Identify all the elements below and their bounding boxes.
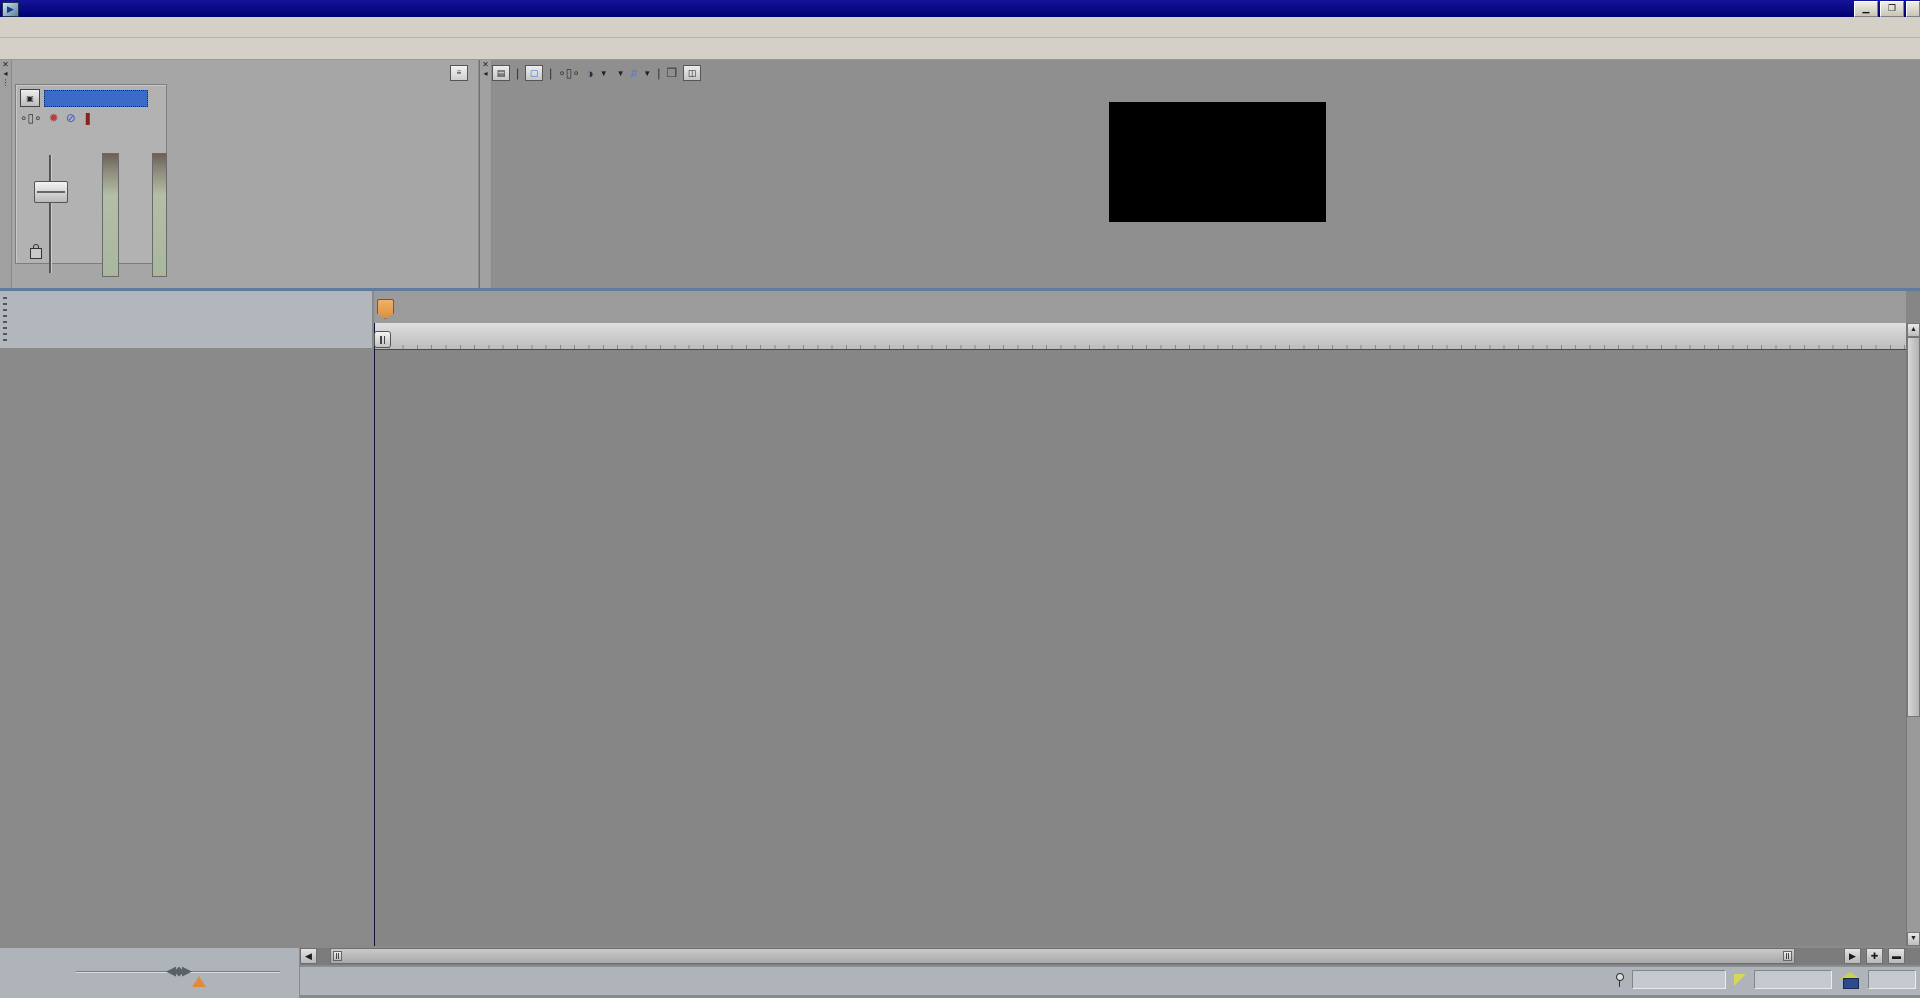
home-icon[interactable] <box>1840 972 1860 987</box>
status-triangle-icon <box>1734 974 1746 986</box>
transport-bar <box>300 966 1920 995</box>
save-snapshot-icon[interactable]: ◫ <box>683 65 701 81</box>
master-channel-strip: ▣ ∘▯∘ ✹ ⊘ ❚ <box>15 84 167 264</box>
master-meter-right <box>152 153 167 277</box>
scroll-down-button[interactable]: ▼ <box>1907 932 1920 946</box>
horizontal-scrollbar[interactable]: ◀ ▶ ✚ ▬ <box>300 948 1920 965</box>
mute-icon[interactable]: ⊘ <box>66 111 76 125</box>
minimize-button[interactable]: ▁ <box>1854 1 1878 17</box>
status-field-3[interactable] <box>1868 970 1916 989</box>
preview-edge-strip[interactable]: ✕◂ <box>480 60 492 288</box>
scroll-right-button[interactable]: ▶ <box>1844 948 1861 964</box>
track-view: ▲ ▼ <box>374 291 1920 946</box>
time-ruler[interactable] <box>374 323 1906 350</box>
time-display-panel <box>0 291 372 348</box>
split-screen-icon[interactable]: ◑ <box>586 66 594 81</box>
preview-dock-icon[interactable]: ▤ <box>492 65 510 81</box>
video-fx-icon[interactable]: ∘▯∘ <box>558 66 580 80</box>
pin-icon[interactable] <box>1614 972 1624 988</box>
overlay-grid-icon[interactable]: # <box>631 66 638 80</box>
edit-cursor-line <box>374 323 375 946</box>
zoom-grip-left[interactable] <box>333 951 342 961</box>
master-meter-left <box>102 153 119 277</box>
menu-bar <box>0 17 1920 38</box>
zoom-in-button[interactable]: ✚ <box>1866 948 1883 964</box>
rate-slider-handle[interactable]: ◀◆▶ <box>166 963 190 979</box>
marker-tag[interactable] <box>377 299 394 319</box>
solo-icon[interactable]: ❚ <box>83 111 93 125</box>
app-icon: ▶ <box>2 2 19 17</box>
main-toolbar <box>0 38 1920 60</box>
zoom-grip-right[interactable] <box>1783 951 1792 961</box>
edit-cursor-handle[interactable] <box>374 331 391 348</box>
dock-edge-strip[interactable]: ✕◂⋮ <box>0 60 12 288</box>
vertical-scroll-thumb[interactable] <box>1907 337 1920 717</box>
external-monitor-icon[interactable]: ▢ <box>525 65 543 81</box>
preview-quality-dropdown[interactable]: ▼ <box>614 69 625 78</box>
master-fader-track <box>49 155 51 273</box>
rate-marker-icon <box>192 976 206 987</box>
restore-button[interactable]: ❐ <box>1880 1 1904 17</box>
bus-list-icon[interactable]: ≡ <box>450 65 468 81</box>
marker-bar[interactable] <box>374 291 1906 324</box>
status-field-2[interactable] <box>1754 970 1832 989</box>
vertical-scrollbar[interactable]: ▲ ▼ <box>1906 323 1920 946</box>
bus-route-icon[interactable]: ▣ <box>20 89 40 107</box>
zoom-out-button[interactable]: ▬ <box>1888 948 1905 964</box>
status-time-field[interactable] <box>1632 970 1726 989</box>
copy-snapshot-icon[interactable]: ❐ <box>666 66 677 80</box>
grid-caret-icon[interactable]: ▼ <box>643 69 651 78</box>
video-preview-screen[interactable] <box>1109 102 1326 222</box>
master-name-field[interactable] <box>44 90 148 107</box>
title-bar: ▶ ▁ ❐ <box>0 0 1920 17</box>
lock-icon[interactable] <box>30 248 42 259</box>
master-meter-scale <box>120 153 152 275</box>
split-screen-caret-icon[interactable]: ▼ <box>600 69 608 78</box>
master-fader-handle[interactable] <box>34 181 68 203</box>
quality-caret-icon: ▼ <box>617 69 625 78</box>
close-button[interactable] <box>1906 1 1920 17</box>
master-bus-panel: ✕◂⋮ ≡ ▣ ∘▯∘ ✹ ⊘ ❚ <box>0 60 478 288</box>
horizontal-scroll-thumb[interactable] <box>330 948 1795 964</box>
scroll-left-button[interactable]: ◀ <box>300 948 317 964</box>
rate-panel: ◀◆▶ <box>0 948 299 998</box>
automation-gear-icon[interactable]: ✹ <box>49 111 59 125</box>
scroll-up-button[interactable]: ▲ <box>1907 323 1920 337</box>
video-preview-panel: ✕◂ ▤ | ▢ | ∘▯∘ ◑ ▼ ▼ # ▼ | ❐ ◫ <box>479 60 1920 288</box>
dock-area: ✕◂⋮ ≡ ▣ ∘▯∘ ✹ ⊘ ❚ <box>0 60 1920 288</box>
timeline-region: ◀◆▶ ▲ ▼ ◀ ▶ ✚ ▬ <box>0 291 1920 998</box>
fx-chain-icon[interactable]: ∘▯∘ <box>20 111 42 125</box>
